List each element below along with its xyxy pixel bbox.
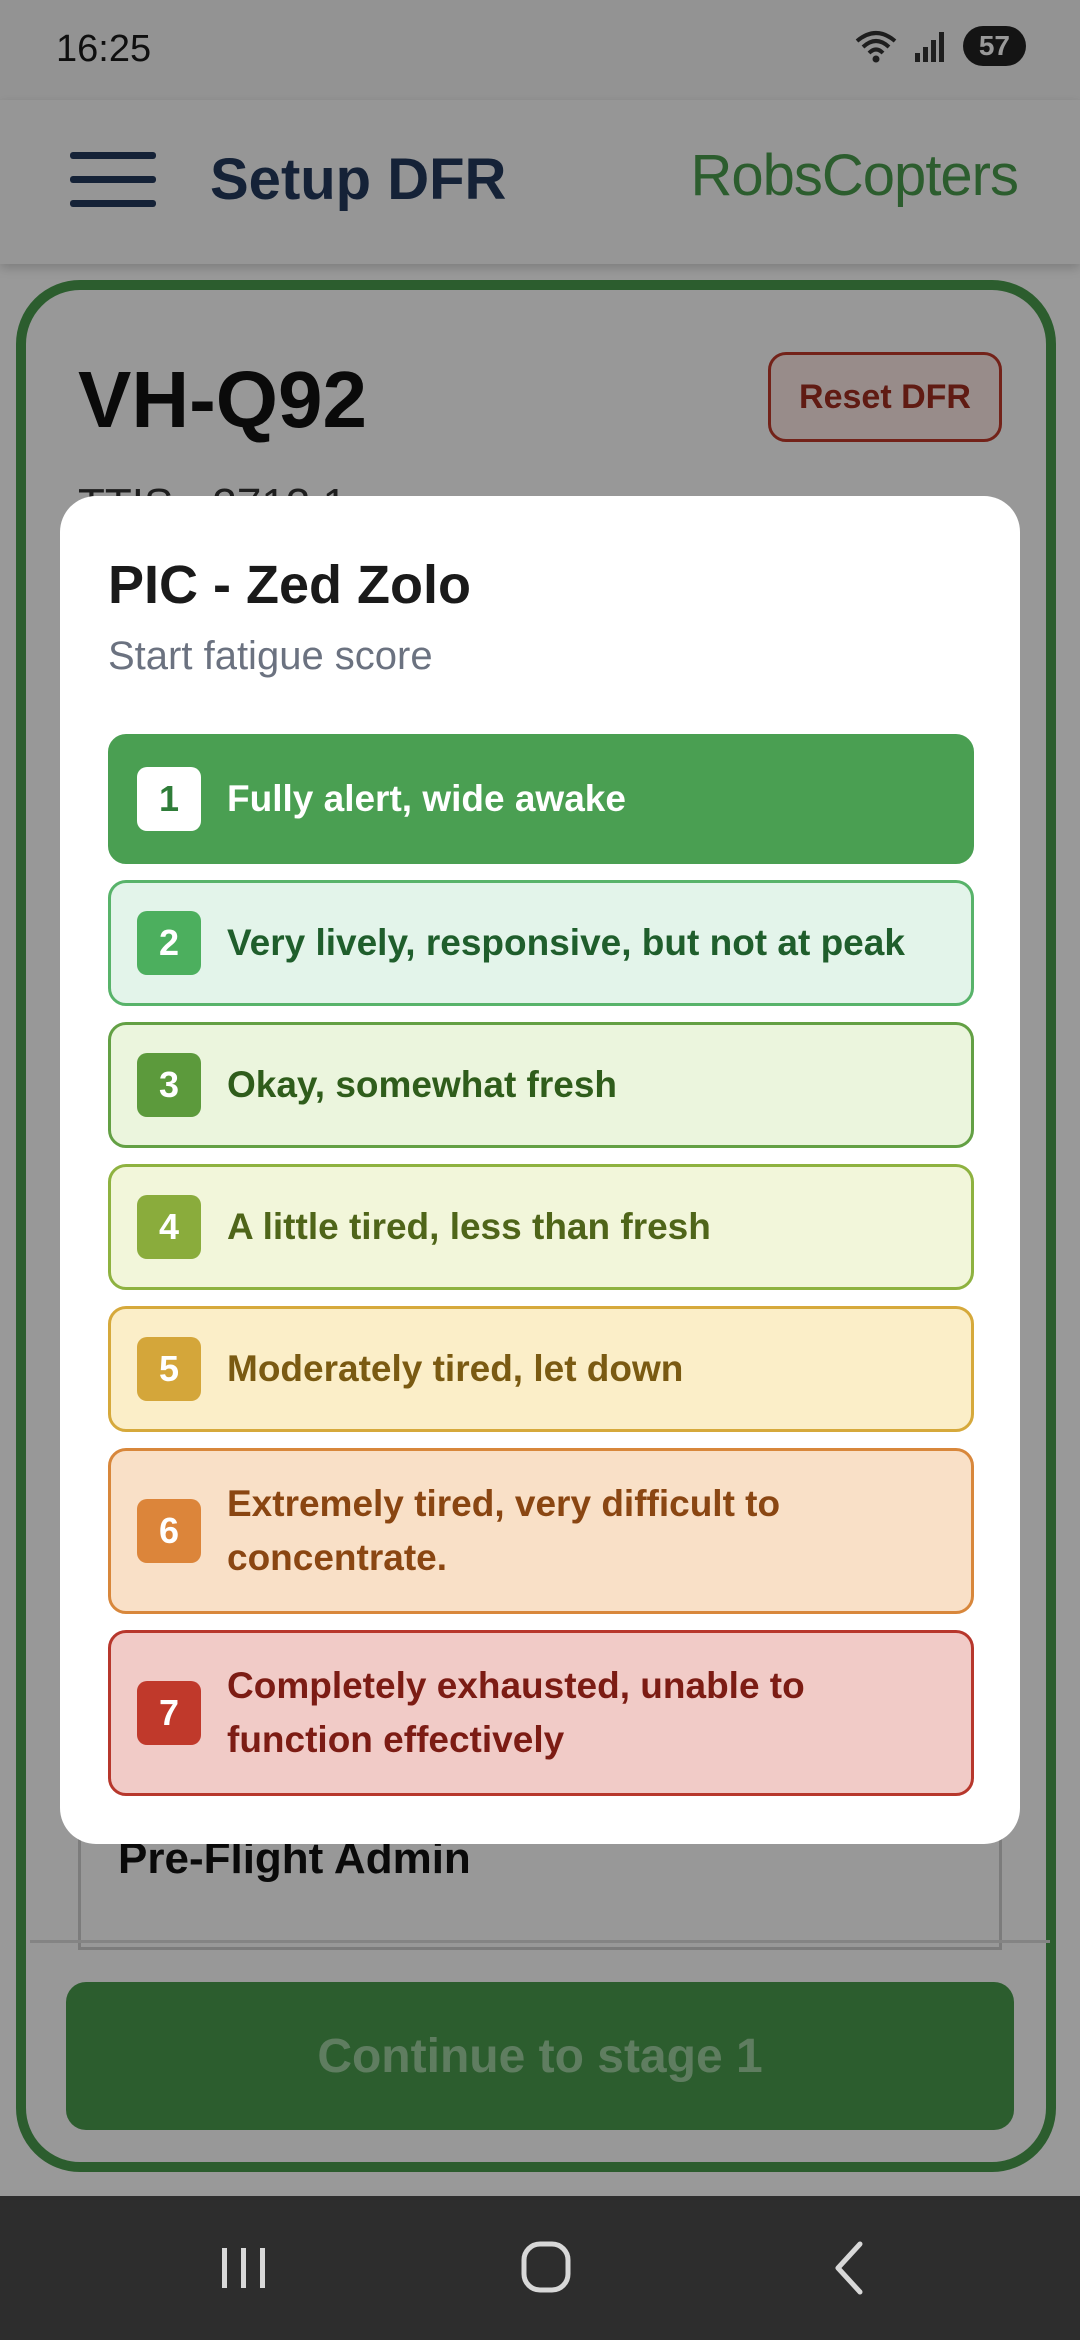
score-badge: 2 (137, 911, 201, 975)
fatigue-score-dialog: PIC - Zed Zolo Start fatigue score 1 Ful… (60, 496, 1020, 1844)
option-label: Fully alert, wide awake (227, 778, 626, 819)
score-badge: 6 (137, 1499, 201, 1563)
fatigue-option-5[interactable]: 5 Moderately tired, let down (108, 1306, 974, 1432)
option-label: Extremely tired, very difficult to conce… (227, 1483, 781, 1578)
dialog-title: PIC - Zed Zolo (108, 555, 471, 615)
score-badge: 1 (137, 767, 201, 831)
option-label: Completely exhausted, unable to function… (227, 1665, 805, 1760)
fatigue-option-7[interactable]: 7 Completely exhausted, unable to functi… (108, 1630, 974, 1796)
option-label: A little tired, less than fresh (227, 1206, 711, 1247)
back-icon[interactable] (810, 2230, 890, 2306)
score-badge: 3 (137, 1053, 201, 1117)
system-nav-bar (0, 2196, 1080, 2340)
score-badge: 7 (137, 1681, 201, 1745)
recent-apps-icon[interactable] (204, 2230, 284, 2306)
option-label: Very lively, responsive, but not at peak (227, 922, 905, 963)
fatigue-option-4[interactable]: 4 A little tired, less than fresh (108, 1164, 974, 1290)
option-label: Moderately tired, let down (227, 1348, 684, 1389)
dialog-subtitle: Start fatigue score (108, 634, 433, 678)
app-screen: 16:25 57 Setup DFR RobsCopters VH-Q92 Re… (0, 0, 1080, 2340)
option-label: Okay, somewhat fresh (227, 1064, 618, 1105)
fatigue-option-2[interactable]: 2 Very lively, responsive, but not at pe… (108, 880, 974, 1006)
fatigue-option-3[interactable]: 3 Okay, somewhat fresh (108, 1022, 974, 1148)
home-icon[interactable] (506, 2230, 586, 2306)
fatigue-option-1[interactable]: 1 Fully alert, wide awake (108, 734, 974, 864)
fatigue-option-6[interactable]: 6 Extremely tired, very difficult to con… (108, 1448, 974, 1614)
score-badge: 4 (137, 1195, 201, 1259)
score-badge: 5 (137, 1337, 201, 1401)
